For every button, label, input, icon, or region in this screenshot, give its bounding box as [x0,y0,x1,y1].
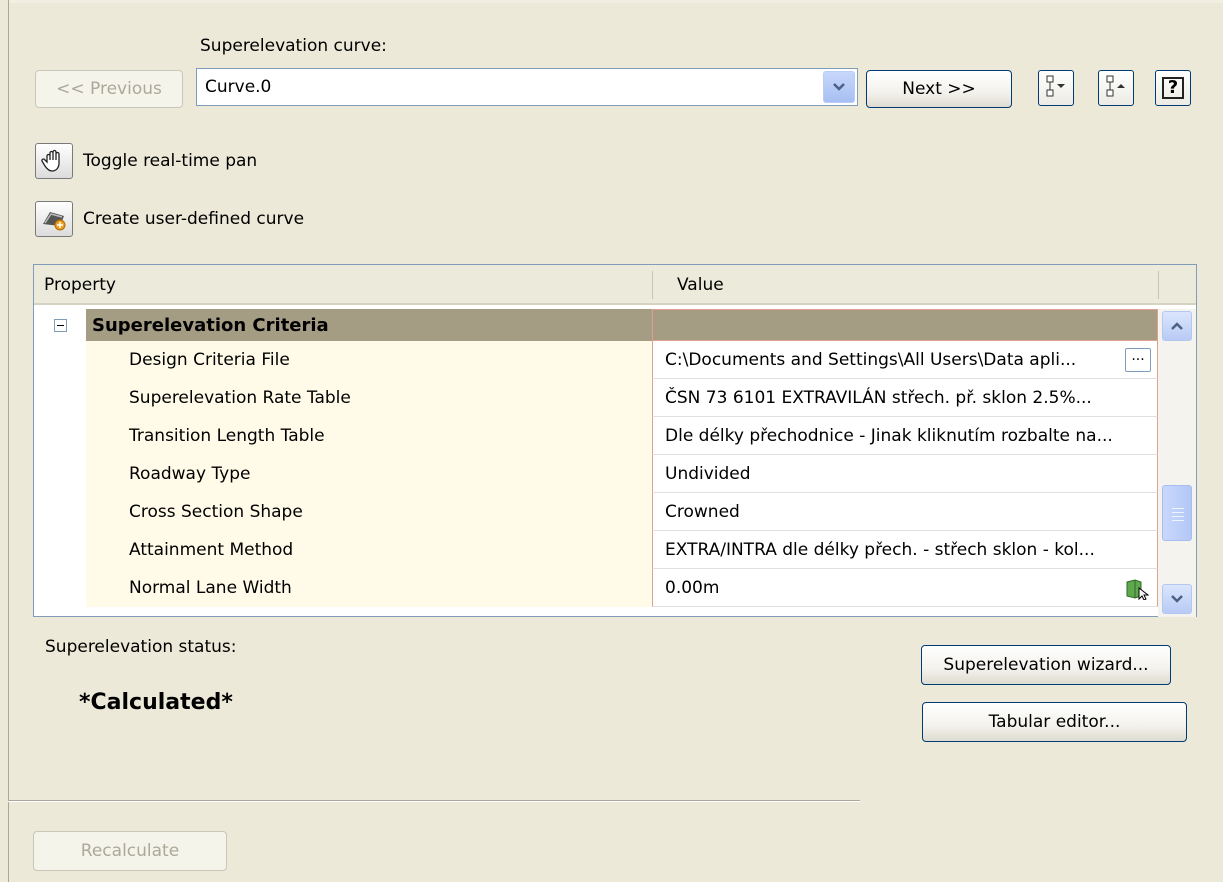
property-grid: Property Value Superelevation Criteria D… [33,264,1197,617]
grid-header: Property Value [34,265,1196,305]
create-curve-icon[interactable] [35,201,73,237]
toggle-pan-row[interactable]: Toggle real-time pan [35,143,257,179]
expand-tree-button[interactable] [1098,70,1134,106]
collapse-icon[interactable] [54,319,67,332]
scroll-thumb[interactable] [1162,485,1192,541]
value-cell[interactable]: EXTRA/INTRA dle délky přech. - střech sk… [652,531,1158,569]
property-cell: Transition Length Table [86,417,652,455]
scroll-up-icon[interactable] [1162,311,1192,341]
property-name: Normal Lane Width [129,578,292,598]
next-button[interactable]: Next >> [866,70,1012,108]
property-cell: Attainment Method [86,531,652,569]
vertical-scrollbar[interactable] [1158,309,1196,617]
value-cell[interactable]: Crowned [652,493,1158,531]
tabular-editor-button[interactable]: Tabular editor... [922,702,1187,742]
property-name: Attainment Method [129,540,294,560]
property-value: Undivided [665,464,751,484]
property-value: EXTRA/INTRA dle délky přech. - střech sk… [665,540,1095,560]
table-row[interactable]: Normal Lane Width 0.00m [34,569,1158,607]
pick-from-drawing-icon[interactable] [1125,578,1150,605]
curve-label: Superelevation curve: [200,36,387,56]
curve-select-value: Curve.0 [205,77,272,97]
browse-button[interactable]: ··· [1125,348,1151,372]
previous-button[interactable]: << Previous [35,70,183,108]
group-value-cell [652,309,1158,341]
property-name: Design Criteria File [129,350,290,370]
group-row-superelevation-criteria[interactable]: Superelevation Criteria [34,309,1158,341]
property-cell: Design Criteria File [86,341,652,379]
value-cell[interactable]: Dle délky přechodnice - Jinak kliknutím … [652,417,1158,455]
value-cell[interactable]: ČSN 73 6101 EXTRAVILÁN střech. př. sklon… [652,379,1158,417]
scroll-down-icon[interactable] [1162,584,1192,614]
table-row[interactable]: Design Criteria File C:\Documents and Se… [34,341,1158,379]
value-cell[interactable]: C:\Documents and Settings\All Users\Data… [652,341,1158,379]
help-button[interactable]: ? [1155,70,1191,106]
collapse-tree-button[interactable] [1038,70,1074,106]
property-name: Transition Length Table [129,426,325,446]
panel-top-edge [9,0,1223,3]
property-cell: Normal Lane Width [86,569,652,607]
hand-pan-icon[interactable] [35,143,73,179]
table-row[interactable]: Cross Section Shape Crowned [34,493,1158,531]
superelevation-wizard-button[interactable]: Superelevation wizard... [921,645,1171,685]
toggle-pan-label: Toggle real-time pan [83,151,258,171]
chevron-down-icon[interactable] [823,71,855,103]
property-cell: Roadway Type [86,455,652,493]
status-label: Superelevation status: [45,637,237,657]
property-value: 0.00m [665,578,720,598]
panel-border [8,0,9,882]
column-header-value[interactable]: Value [677,275,724,295]
column-separator [1158,271,1159,299]
value-cell[interactable]: Undivided [652,455,1158,493]
property-name: Cross Section Shape [129,502,303,522]
property-value: Dle délky přechodnice - Jinak kliknutím … [665,426,1113,446]
group-label: Superelevation Criteria [92,315,329,336]
collapse-tree-icon [1044,74,1068,103]
column-header-property[interactable]: Property [44,275,116,295]
property-name: Superelevation Rate Table [129,388,351,408]
property-value: Crowned [665,502,740,522]
table-row[interactable]: Roadway Type Undivided [34,455,1158,493]
create-curve-row[interactable]: Create user-defined curve [35,201,304,237]
table-row[interactable]: Attainment Method EXTRA/INTRA dle délky … [34,531,1158,569]
property-cell: Superelevation Rate Table [86,379,652,417]
help-icon: ? [1162,77,1184,99]
property-value: ČSN 73 6101 EXTRAVILÁN střech. př. sklon… [665,388,1092,408]
recalculate-button[interactable]: Recalculate [33,831,227,871]
column-separator [652,271,653,299]
table-row[interactable]: Superelevation Rate Table ČSN 73 6101 EX… [34,379,1158,417]
table-row[interactable]: Transition Length Table Dle délky přecho… [34,417,1158,455]
curve-select[interactable]: Curve.0 [196,68,858,106]
expand-tree-icon [1104,74,1128,103]
property-name: Roadway Type [129,464,251,484]
status-value: *Calculated* [79,690,233,715]
create-curve-label: Create user-defined curve [83,209,305,229]
property-rows: Design Criteria File C:\Documents and Se… [34,341,1158,607]
group-label-cell: Superelevation Criteria [86,309,652,341]
value-cell[interactable]: 0.00m [652,569,1158,607]
divider [8,800,860,802]
property-cell: Cross Section Shape [86,493,652,531]
property-value: C:\Documents and Settings\All Users\Data… [665,350,1077,370]
